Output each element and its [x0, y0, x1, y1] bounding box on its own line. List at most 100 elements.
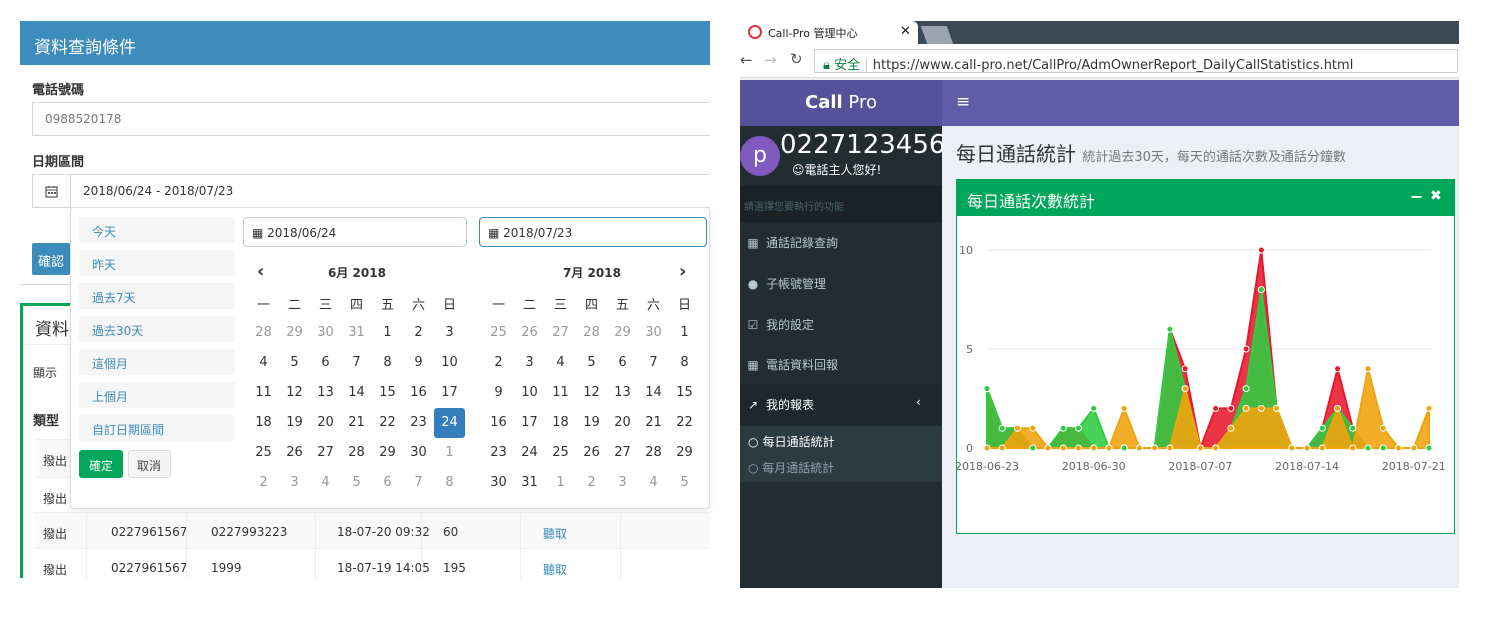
calendar-day[interactable]: 29 [607, 318, 638, 348]
calendar-day[interactable]: 18 [545, 408, 576, 438]
calendar-day[interactable]: 26 [279, 438, 310, 468]
calendar-day[interactable]: 25 [483, 318, 514, 348]
calendar-day[interactable]: 10 [434, 348, 465, 378]
calendar-day[interactable]: 13 [607, 378, 638, 408]
calendar-day[interactable]: 5 [576, 348, 607, 378]
calendar-day[interactable]: 17 [514, 408, 545, 438]
calendar-day[interactable]: 16 [403, 378, 434, 408]
range-today[interactable]: 今天 [79, 217, 235, 243]
calendar-day[interactable]: 23 [483, 438, 514, 468]
calendar-day[interactable]: 17 [434, 378, 465, 408]
forward-icon[interactable]: → [764, 51, 777, 69]
calendar-day[interactable]: 1 [372, 318, 403, 348]
calendar-day[interactable]: 31 [514, 468, 545, 498]
calendar-day[interactable]: 14 [341, 378, 372, 408]
calendar-day[interactable]: 2 [403, 318, 434, 348]
sidebar-item-settings[interactable]: ☑ 我的設定 [740, 304, 942, 344]
end-date-input[interactable]: ▦ 2018/07/23 [479, 217, 707, 247]
calendar-day[interactable]: 7 [403, 468, 434, 498]
range-yesterday[interactable]: 昨天 [79, 250, 235, 276]
calendar-day[interactable]: 6 [372, 468, 403, 498]
calendar-day[interactable]: 24 [434, 408, 465, 438]
calendar-day[interactable]: 10 [514, 378, 545, 408]
browser-tab[interactable]: Call-Pro 管理中心 ✕ [740, 21, 918, 44]
calendar-day[interactable]: 21 [638, 408, 669, 438]
calendar-day[interactable]: 5 [341, 468, 372, 498]
close-tab-icon[interactable]: ✕ [900, 24, 911, 39]
calendar-day[interactable]: 2 [483, 348, 514, 378]
calendar-day[interactable]: 14 [638, 378, 669, 408]
calendar-day[interactable]: 1 [669, 318, 700, 348]
calendar-day[interactable]: 3 [279, 468, 310, 498]
calendar-day[interactable]: 27 [545, 318, 576, 348]
calendar-day[interactable]: 11 [545, 378, 576, 408]
phone-input[interactable]: 0988520178 [32, 102, 710, 136]
calendar-day[interactable]: 8 [372, 348, 403, 378]
calendar-day[interactable]: 28 [576, 318, 607, 348]
prev-month-icon[interactable]: ‹ [257, 261, 264, 282]
calendar-day[interactable]: 19 [279, 408, 310, 438]
calendar-day[interactable]: 7 [638, 348, 669, 378]
app-logo[interactable]: Call Pro [740, 80, 942, 126]
calendar-day[interactable]: 18 [248, 408, 279, 438]
calendar-day[interactable]: 2 [576, 468, 607, 498]
calendar-day[interactable]: 1 [434, 438, 465, 468]
close-icon[interactable]: ✖ [1430, 188, 1442, 204]
range-last-30-days[interactable]: 過去30天 [79, 316, 235, 342]
next-month-icon[interactable]: › [679, 261, 686, 282]
submenu-item-daily[interactable]: ○ 每日通話統計 [748, 433, 835, 450]
confirm-button[interactable]: 確認 [32, 243, 70, 275]
calendar-day[interactable]: 9 [483, 378, 514, 408]
calendar-day[interactable]: 15 [669, 378, 700, 408]
sidebar-item-my-reports[interactable]: ↗ 我的報表 ‹ [740, 384, 942, 426]
sidebar-item-report-data[interactable]: ▦ 電話資料回報 [740, 344, 942, 384]
calendar-day[interactable]: 4 [248, 348, 279, 378]
calendar-day[interactable]: 2 [248, 468, 279, 498]
calendar-day[interactable]: 4 [545, 348, 576, 378]
calendar-day[interactable]: 1 [545, 468, 576, 498]
calendar-day[interactable]: 31 [341, 318, 372, 348]
calendar-day[interactable]: 11 [248, 378, 279, 408]
calendar-day[interactable]: 26 [576, 438, 607, 468]
collapse-icon[interactable]: − [1410, 187, 1423, 206]
calendar-day[interactable]: 25 [248, 438, 279, 468]
calendar-day[interactable]: 6 [607, 348, 638, 378]
submenu-item-monthly[interactable]: ○ 每月通話統計 [748, 459, 834, 476]
calendar-day[interactable]: 3 [514, 348, 545, 378]
range-custom[interactable]: 自訂日期區間 [79, 415, 235, 441]
calendar-day[interactable]: 29 [372, 438, 403, 468]
calendar-day[interactable]: 5 [669, 468, 700, 498]
calendar-day[interactable]: 12 [576, 378, 607, 408]
calendar-day[interactable]: 30 [310, 318, 341, 348]
calendar-day[interactable]: 28 [638, 438, 669, 468]
range-this-month[interactable]: 這個月 [79, 349, 235, 375]
hamburger-menu-icon[interactable]: ≡ [956, 92, 970, 112]
calendar-day[interactable]: 29 [279, 318, 310, 348]
calendar-day[interactable]: 3 [434, 318, 465, 348]
calendar-day[interactable]: 15 [372, 378, 403, 408]
calendar-day[interactable]: 12 [279, 378, 310, 408]
calendar-day[interactable]: 22 [372, 408, 403, 438]
calendar-day[interactable]: 4 [638, 468, 669, 498]
calendar-day[interactable]: 29 [669, 438, 700, 468]
sidebar-item-call-records[interactable]: ▦ 通話記錄查詢 [740, 222, 942, 262]
range-last-7-days[interactable]: 過去7天 [79, 283, 235, 309]
calendar-day[interactable]: 4 [310, 468, 341, 498]
calendar-day[interactable]: 27 [607, 438, 638, 468]
calendar-day[interactable]: 3 [607, 468, 638, 498]
date-range-field[interactable]: 2018/06/24 - 2018/07/23 [32, 174, 710, 208]
calendar-day[interactable]: 9 [403, 348, 434, 378]
calendar-day[interactable]: 30 [483, 468, 514, 498]
calendar-day[interactable]: 22 [669, 408, 700, 438]
calendar-day[interactable]: 21 [341, 408, 372, 438]
url-field[interactable]: 🔒︎ 安全 | https://www.call-pro.net/CallPro… [814, 49, 1458, 73]
calendar-day[interactable]: 30 [638, 318, 669, 348]
calendar-day[interactable]: 24 [514, 438, 545, 468]
calendar-day[interactable]: 23 [403, 408, 434, 438]
calendar-day[interactable]: 16 [483, 408, 514, 438]
calendar-day[interactable]: 28 [341, 438, 372, 468]
calendar-day[interactable]: 7 [341, 348, 372, 378]
calendar-day[interactable]: 30 [403, 438, 434, 468]
calendar-day[interactable]: 20 [310, 408, 341, 438]
sidebar-item-sub-accounts[interactable]: ● 子帳號管理 [740, 263, 942, 303]
